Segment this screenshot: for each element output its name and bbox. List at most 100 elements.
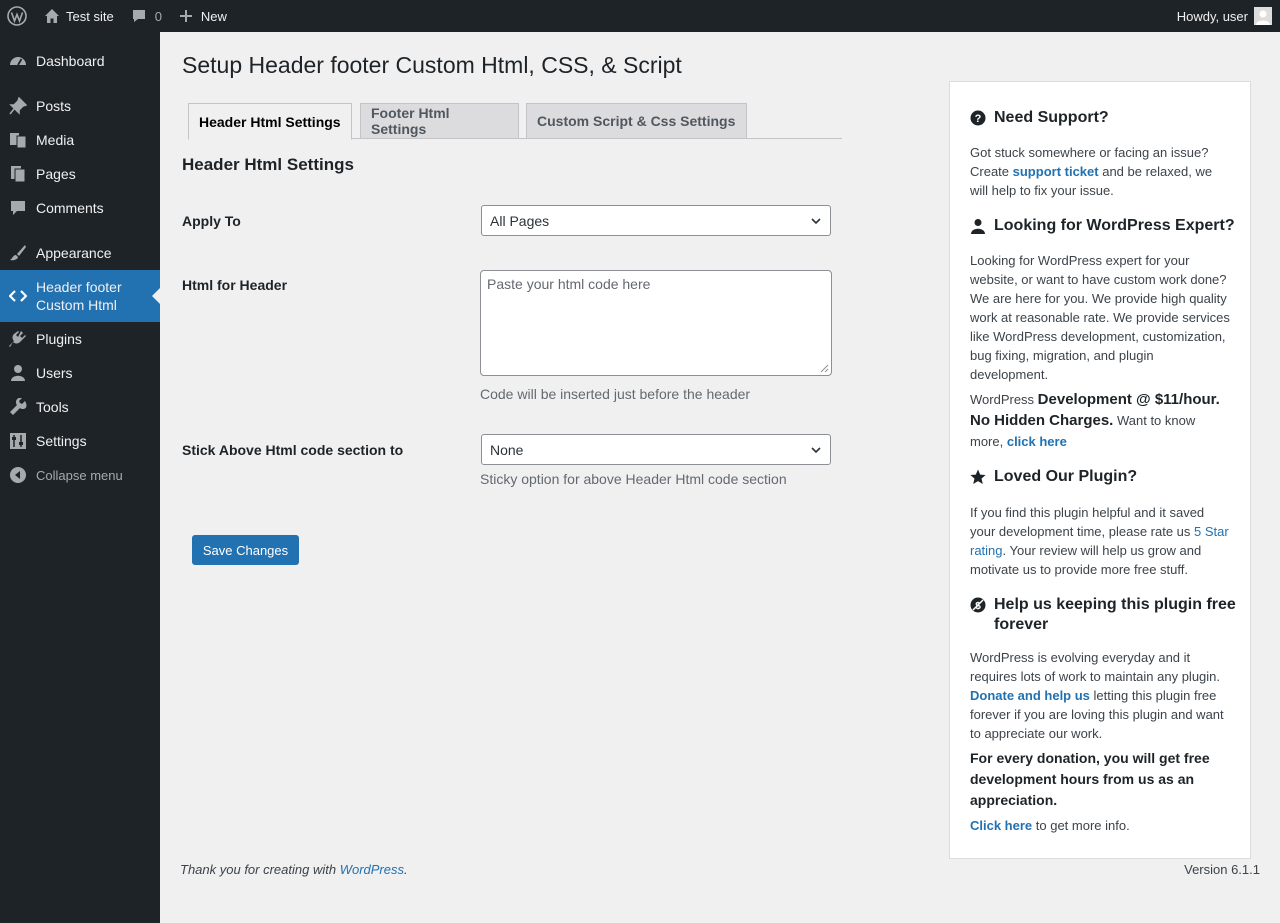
pin-icon: [9, 97, 27, 115]
sidebar-item-label: Comments: [36, 200, 104, 216]
free-title: Help us keeping this plugin free forever: [994, 596, 1236, 633]
admin-bar: Test site 0 New Howdy, user: [0, 0, 1280, 32]
sidebar-item-media[interactable]: Media: [0, 123, 160, 157]
sidebar-item-label: Appearance: [36, 245, 112, 261]
footer-thanks-before: Thank you for creating with: [180, 862, 340, 877]
apply-to-label: Apply To: [182, 213, 241, 229]
comments-count: 0: [154, 8, 162, 24]
sidebar-item-tools[interactable]: Tools: [0, 390, 160, 424]
tab-header-html-settings[interactable]: Header Html Settings: [188, 103, 352, 140]
money-icon: $: [970, 595, 986, 615]
loved-title: Loved Our Plugin?: [994, 468, 1138, 485]
sidebar-item-posts[interactable]: Posts: [0, 89, 160, 123]
question-icon: ?: [970, 108, 986, 128]
site-name-label: Test site: [66, 8, 114, 24]
main-content: Setup Header footer Custom Html, CSS, & …: [160, 32, 1280, 923]
star-icon: [970, 467, 986, 487]
expert-heading: Looking for WordPress Expert?: [970, 216, 1235, 236]
wordpress-link[interactable]: WordPress: [340, 862, 404, 877]
comment-icon: [9, 199, 27, 217]
sidebar-item-label: Header footer Custom Html: [36, 279, 122, 313]
comment-icon: [132, 10, 145, 22]
collapse-menu-button[interactable]: Collapse menu: [0, 458, 160, 492]
new-label: New: [200, 8, 227, 24]
html-for-header-textarea[interactable]: Paste your html code here: [480, 270, 832, 376]
sidebar-item-pages[interactable]: Pages: [0, 157, 160, 191]
home-icon: [45, 9, 59, 23]
click-here-link[interactable]: click here: [1007, 434, 1067, 449]
need-support-text: Got stuck somewhere or facing an issue? …: [970, 143, 1232, 200]
html-for-header-label: Html for Header: [182, 277, 288, 293]
sidebar-item-label: Media: [36, 132, 75, 148]
collapse-icon: [9, 466, 27, 484]
section-title: Header Html Settings: [182, 155, 354, 174]
loved-text: If you find this plugin helpful and it s…: [970, 503, 1232, 579]
textarea-placeholder: Paste your html code here: [487, 276, 651, 292]
expert-title: Looking for WordPress Expert?: [994, 217, 1235, 234]
expert-text: Looking for WordPress expert for your we…: [970, 253, 1230, 382]
code-icon: [9, 287, 27, 305]
sidebar-item-label: Tools: [36, 399, 69, 415]
sidebar-item-dashboard[interactable]: Dashboard: [0, 44, 160, 78]
need-support-heading: ? Need Support?: [970, 108, 1109, 128]
chevron-down-icon: [811, 218, 821, 225]
more-info-text: Click here to get more info.: [970, 816, 1232, 835]
html-for-header-description: Code will be inserted just before the he…: [480, 386, 751, 402]
account-menu[interactable]: Howdy, user: [1177, 0, 1272, 32]
expert-offer: WordPress Development @ $11/hour. No Hid…: [970, 389, 1232, 452]
sidebar-item-plugins[interactable]: Plugins: [0, 322, 160, 356]
avatar: [1254, 7, 1272, 25]
sidebar-item-appearance[interactable]: Appearance: [0, 236, 160, 270]
sidebar-item-settings[interactable]: Settings: [0, 424, 160, 458]
loved-heading: Loved Our Plugin?: [970, 467, 1137, 487]
chevron-down-icon: [811, 447, 821, 454]
tab-custom-script-css-settings[interactable]: Custom Script & Css Settings: [526, 103, 747, 139]
brush-icon: [9, 244, 27, 262]
media-icon: [9, 131, 27, 149]
tab-footer-html-settings[interactable]: Footer Html Settings: [360, 103, 519, 139]
footer-thanks-after: .: [404, 862, 408, 877]
comments-link[interactable]: 0: [131, 0, 162, 32]
sidebar-item-label: Dashboard: [36, 53, 105, 69]
more-info-link[interactable]: Click here: [970, 818, 1032, 833]
resize-grip-icon[interactable]: [820, 364, 829, 373]
page-title: Setup Header footer Custom Html, CSS, & …: [182, 52, 682, 78]
stick-select[interactable]: None: [481, 434, 831, 465]
settings-tabs: Header Html Settings Footer Html Setting…: [188, 103, 842, 140]
donate-link[interactable]: Donate and help us: [970, 688, 1090, 703]
howdy-label: Howdy, user: [1176, 8, 1248, 24]
sidebar-item-label: Settings: [36, 433, 87, 449]
new-content-link[interactable]: New: [179, 0, 227, 32]
loved-text-before: If you find this plugin helpful and it s…: [970, 505, 1205, 539]
user-icon: [970, 216, 986, 236]
wordpress-logo-icon[interactable]: [0, 0, 34, 32]
user-icon: [9, 364, 27, 382]
save-changes-button[interactable]: Save Changes: [192, 535, 299, 565]
free-text-before: WordPress is evolving everyday and it re…: [970, 650, 1221, 684]
apply-to-value: All Pages: [490, 212, 550, 229]
collapse-menu-label: Collapse menu: [36, 467, 123, 483]
expert-prefix: WordPress: [970, 392, 1038, 407]
dashboard-icon: [9, 52, 27, 70]
site-name-link[interactable]: Test site: [44, 0, 114, 32]
sidebar-item-users[interactable]: Users: [0, 356, 160, 390]
stick-label: Stick Above Html code section to: [182, 442, 404, 458]
stick-value: None: [490, 441, 524, 458]
donation-note: For every donation, you will get free de…: [970, 750, 1210, 808]
stick-description: Sticky option for above Header Html code…: [480, 471, 787, 487]
plus-icon: [179, 10, 192, 22]
support-box: ? Need Support? Got stuck somewhere or f…: [949, 81, 1251, 859]
apply-to-select[interactable]: All Pages: [481, 205, 831, 236]
wrench-icon: [9, 398, 27, 416]
support-ticket-link[interactable]: support ticket: [1013, 164, 1099, 179]
more-info-after: to get more info.: [1032, 818, 1130, 833]
sidebar-item-label: Pages: [36, 166, 76, 182]
free-text: WordPress is evolving everyday and it re…: [970, 648, 1232, 743]
sidebar-item-label: Users: [36, 365, 73, 381]
sidebar-item-comments[interactable]: Comments: [0, 191, 160, 225]
sidebar-item-header-footer-custom-html[interactable]: Header footer Custom Html: [0, 270, 160, 322]
sidebar-item-label: Plugins: [36, 331, 82, 347]
loved-text-after: . Your review will help us grow and moti…: [970, 543, 1202, 577]
free-heading: $ Help us keeping this plugin free forev…: [970, 595, 1250, 635]
admin-sidebar: Dashboard Posts Media Pages Comments App…: [0, 32, 160, 923]
